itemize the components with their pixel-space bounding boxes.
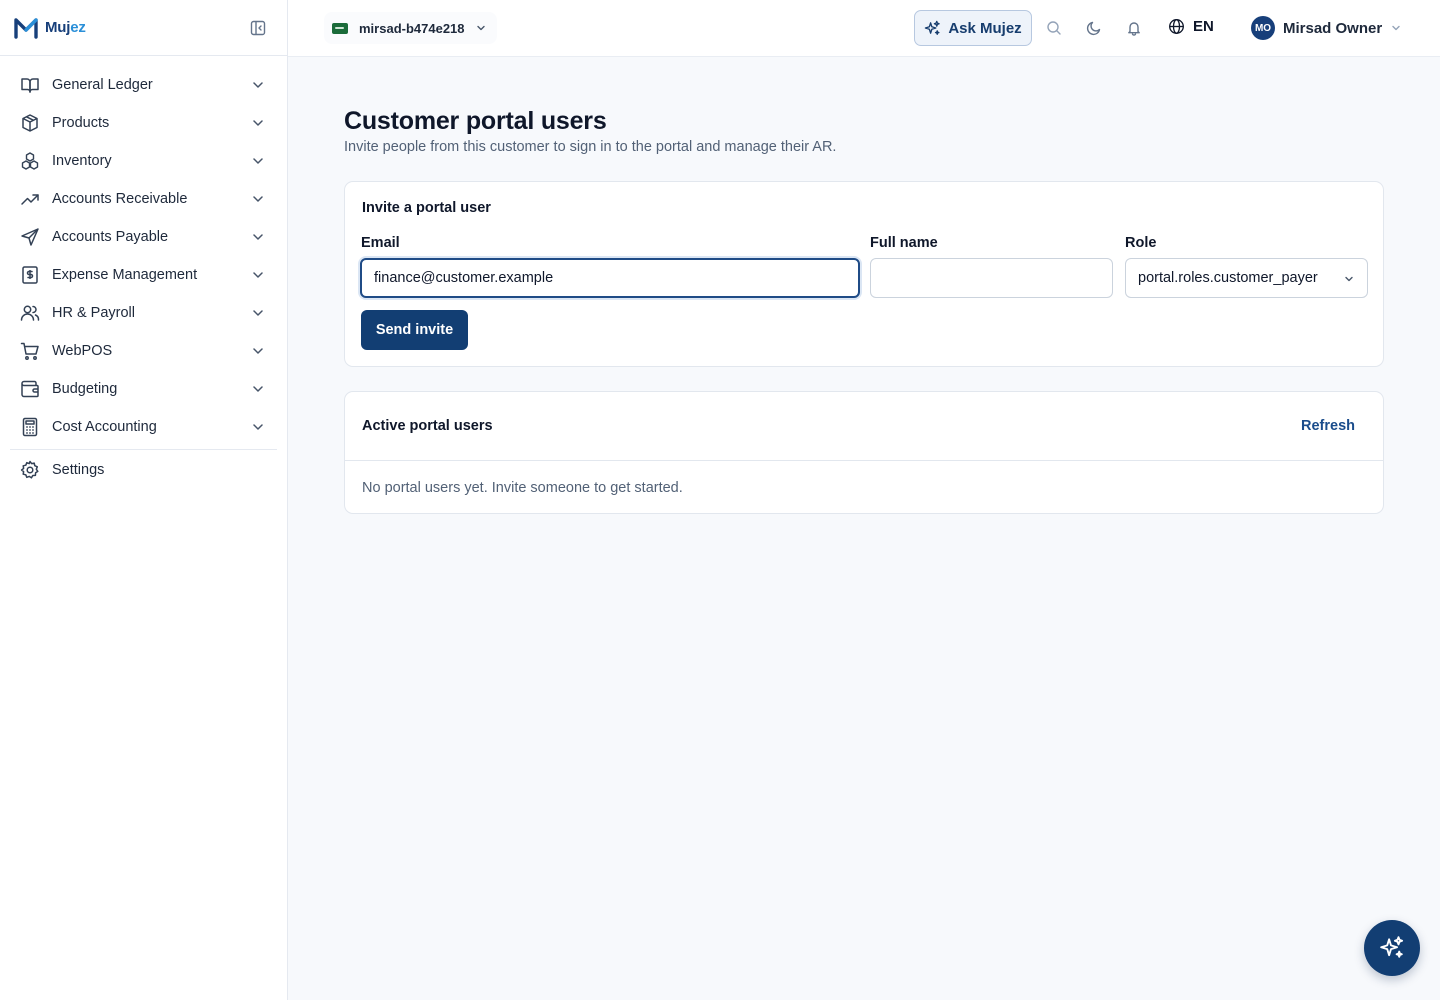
user-name: Mirsad Owner xyxy=(1283,19,1383,37)
sidebar-item-label: HR & Payroll xyxy=(52,305,135,321)
assistant-fab-button[interactable] xyxy=(1364,920,1420,976)
gear-icon xyxy=(20,460,40,480)
flag-icon xyxy=(332,22,348,34)
calculator-icon xyxy=(20,417,40,437)
bell-icon[interactable] xyxy=(1125,19,1143,37)
page-subtitle: Invite people from this customer to sign… xyxy=(344,139,837,155)
shopping-cart-icon xyxy=(20,341,40,361)
chevron-down-icon xyxy=(253,348,263,354)
receipt-icon xyxy=(20,265,40,285)
chevron-down-icon xyxy=(253,234,263,240)
sidebar-item-label: WebPOS xyxy=(52,343,113,359)
package-icon xyxy=(20,113,40,133)
sidebar-item-hr-payroll[interactable]: HR & Payroll xyxy=(0,294,287,332)
sidebar-item-label: Settings xyxy=(52,462,105,478)
chevron-down-icon xyxy=(253,272,263,278)
chevron-down-icon xyxy=(476,25,485,31)
chevron-down-icon xyxy=(253,82,263,88)
chevron-down-icon xyxy=(253,386,263,392)
sidebar-item-label: Budgeting xyxy=(52,381,118,397)
sidebar-collapse-icon[interactable] xyxy=(249,19,267,37)
chevron-down-icon xyxy=(253,310,263,316)
page-title: Customer portal users xyxy=(344,107,607,135)
sidebar-item-inventory[interactable]: Inventory xyxy=(0,142,287,180)
mujez-logo-icon xyxy=(14,17,38,39)
chevron-down-icon xyxy=(253,196,263,202)
sidebar-item-label: Inventory xyxy=(52,153,112,169)
sidebar-item-label: Products xyxy=(52,115,110,131)
avatar: MO xyxy=(1251,16,1275,40)
app-name: Mujez xyxy=(45,19,86,36)
full-name-label: Full name xyxy=(870,235,938,251)
top-bar: mirsad-b474e218 Ask Mujez EN MO Mirsad O… xyxy=(288,0,1440,57)
sidebar-header: Mujez xyxy=(0,0,287,56)
boxes-icon xyxy=(20,151,40,171)
role-selected-value: portal.roles.customer_payer xyxy=(1138,270,1318,286)
sidebar-item-products[interactable]: Products xyxy=(0,104,287,142)
sidebar-item-settings[interactable]: Settings xyxy=(0,451,287,489)
email-field[interactable] xyxy=(360,258,860,298)
card-title: Active portal users xyxy=(362,418,493,434)
sidebar-nav: General Ledger Products Inventory Accoun… xyxy=(0,56,287,489)
sidebar-item-label: Expense Management xyxy=(52,267,198,283)
sidebar-item-budgeting[interactable]: Budgeting xyxy=(0,370,287,408)
sidebar-item-general-ledger[interactable]: General Ledger xyxy=(0,66,287,104)
sidebar-item-cost-accounting[interactable]: Cost Accounting xyxy=(0,408,287,446)
role-select[interactable]: portal.roles.customer_payer xyxy=(1125,258,1368,298)
sidebar-item-label: General Ledger xyxy=(52,77,153,93)
sidebar: Mujez General Ledger Products Inventory … xyxy=(0,0,288,1000)
sidebar-item-label: Accounts Payable xyxy=(52,229,169,245)
ask-mujez-button[interactable]: Ask Mujez xyxy=(914,10,1032,46)
chevron-down-icon xyxy=(253,424,263,430)
organization-name: mirsad-b474e218 xyxy=(359,20,465,36)
users-icon xyxy=(20,303,40,323)
role-label: Role xyxy=(1125,235,1157,251)
full-name-field[interactable] xyxy=(870,258,1113,298)
sidebar-item-accounts-receivable[interactable]: Accounts Receivable xyxy=(0,180,287,218)
chevron-down-icon xyxy=(1345,276,1353,282)
card-title: Invite a portal user xyxy=(362,200,491,216)
moon-icon[interactable] xyxy=(1085,19,1103,37)
card-header: Active portal users Refresh xyxy=(345,392,1383,461)
book-open-icon xyxy=(20,75,40,95)
sidebar-item-label: Accounts Receivable xyxy=(52,191,188,207)
sidebar-item-accounts-payable[interactable]: Accounts Payable xyxy=(0,218,287,256)
language-switcher[interactable]: EN xyxy=(1168,18,1214,35)
refresh-button[interactable]: Refresh xyxy=(1301,418,1355,434)
active-portal-users-card: Active portal users Refresh No portal us… xyxy=(344,391,1384,514)
sparkles-icon xyxy=(1380,936,1404,958)
sidebar-item-webpos[interactable]: WebPOS xyxy=(0,332,287,370)
ask-mujez-label: Ask Mujez xyxy=(948,19,1022,37)
wallet-icon xyxy=(20,379,40,399)
empty-state-message: No portal users yet. Invite someone to g… xyxy=(362,480,683,496)
user-menu[interactable]: MO Mirsad Owner xyxy=(1251,16,1402,40)
chevron-down-icon xyxy=(1392,25,1400,31)
trending-up-icon xyxy=(20,189,40,209)
sidebar-divider xyxy=(10,449,277,450)
globe-icon xyxy=(1169,19,1184,34)
sidebar-item-label: Cost Accounting xyxy=(52,419,157,435)
sidebar-item-expense-management[interactable]: Expense Management xyxy=(0,256,287,294)
sparkles-icon xyxy=(925,20,941,35)
organization-switcher[interactable]: mirsad-b474e218 xyxy=(324,12,497,44)
search-icon[interactable] xyxy=(1045,19,1063,37)
email-label: Email xyxy=(361,235,400,251)
invite-portal-user-card: Invite a portal user Email Full name Rol… xyxy=(344,181,1384,367)
language-code: EN xyxy=(1193,18,1214,35)
chevron-down-icon xyxy=(253,120,263,126)
send-invite-button[interactable]: Send invite xyxy=(361,310,468,350)
chevron-down-icon xyxy=(253,158,263,164)
send-icon xyxy=(20,227,40,247)
